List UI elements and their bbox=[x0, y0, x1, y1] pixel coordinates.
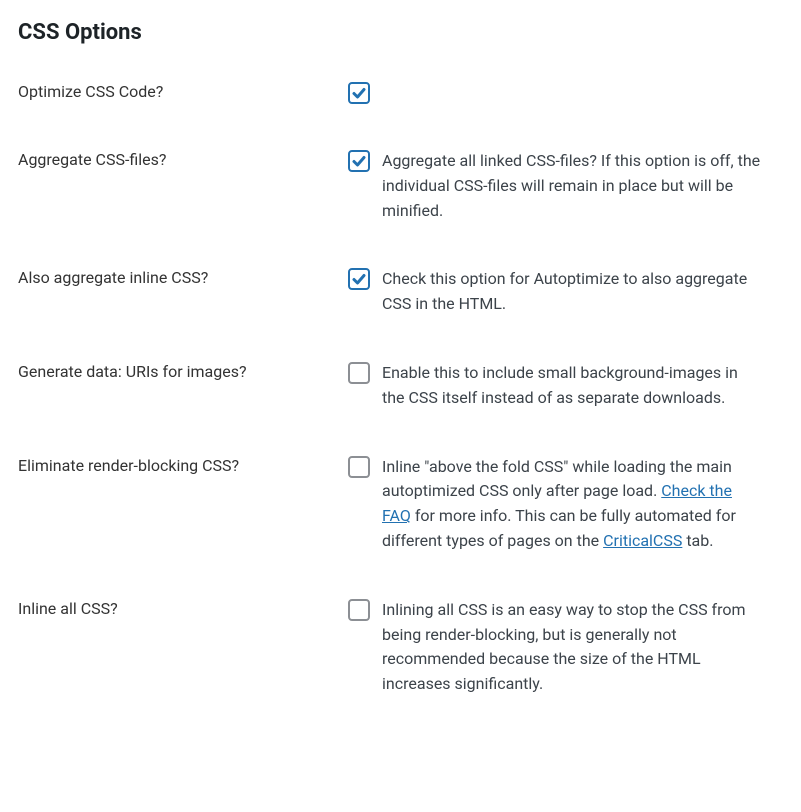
option-label: Eliminate render-blocking CSS? bbox=[18, 455, 348, 598]
optimize-css-checkbox[interactable] bbox=[348, 82, 370, 104]
option-description: Aggregate all linked CSS-files? If this … bbox=[382, 149, 783, 267]
checkmark-icon bbox=[351, 85, 367, 101]
option-label: Aggregate CSS-files? bbox=[18, 149, 348, 267]
option-row-optimize-css: Optimize CSS Code? bbox=[18, 81, 783, 149]
option-description: Inline "above the fold CSS" while loadin… bbox=[382, 455, 783, 598]
checkmark-icon bbox=[351, 271, 367, 287]
option-row-aggregate-inline-css: Also aggregate inline CSS? Check this op… bbox=[18, 267, 783, 361]
option-row-data-uris: Generate data: URIs for images? Enable t… bbox=[18, 361, 783, 455]
option-description: Enable this to include small background-… bbox=[382, 361, 783, 455]
option-label: Also aggregate inline CSS? bbox=[18, 267, 348, 361]
option-row-eliminate-render-blocking: Eliminate render-blocking CSS? Inline "a… bbox=[18, 455, 783, 598]
section-heading: CSS Options bbox=[18, 20, 783, 45]
option-label: Generate data: URIs for images? bbox=[18, 361, 348, 455]
option-row-aggregate-css: Aggregate CSS-files? Aggregate all linke… bbox=[18, 149, 783, 267]
eliminate-render-blocking-checkbox[interactable] bbox=[348, 456, 370, 478]
option-description: Inlining all CSS is an easy way to stop … bbox=[382, 598, 783, 741]
option-description: Check this option for Autoptimize to als… bbox=[382, 267, 783, 361]
data-uris-checkbox[interactable] bbox=[348, 362, 370, 384]
checkmark-icon bbox=[351, 153, 367, 169]
inline-all-css-checkbox[interactable] bbox=[348, 599, 370, 621]
option-description bbox=[382, 81, 783, 149]
criticalcss-link[interactable]: CriticalCSS bbox=[603, 531, 682, 550]
option-row-inline-all-css: Inline all CSS? Inlining all CSS is an e… bbox=[18, 598, 783, 741]
option-label: Optimize CSS Code? bbox=[18, 81, 348, 149]
desc-text: tab. bbox=[682, 531, 713, 550]
aggregate-inline-css-checkbox[interactable] bbox=[348, 268, 370, 290]
option-label: Inline all CSS? bbox=[18, 598, 348, 741]
css-options-table: Optimize CSS Code? Aggregate CSS-files? … bbox=[18, 81, 783, 741]
aggregate-css-checkbox[interactable] bbox=[348, 150, 370, 172]
